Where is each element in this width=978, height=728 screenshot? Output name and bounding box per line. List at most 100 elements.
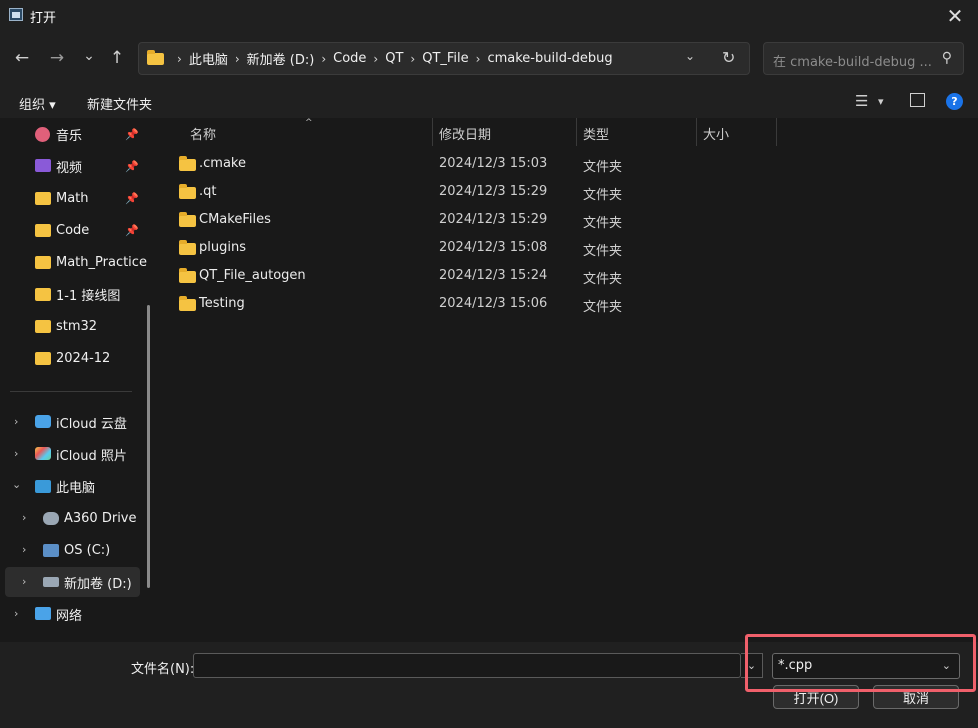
back-icon[interactable]: ← — [11, 47, 33, 69]
pin-icon[interactable]: 📌 — [125, 192, 139, 205]
up-icon[interactable]: ↑ — [106, 47, 128, 69]
folder-icon — [35, 256, 51, 269]
address-history-dropdown-icon[interactable]: ⌄ — [685, 49, 695, 63]
preview-pane-icon[interactable] — [910, 93, 925, 107]
forward-icon[interactable]: → — [46, 47, 68, 69]
music-icon — [35, 127, 50, 142]
sidebar-item-new-volume-d[interactable]: › 新加卷 (D:) — [5, 567, 140, 597]
folder-icon — [35, 192, 51, 205]
folder-icon — [179, 268, 196, 283]
window-icon — [9, 8, 23, 21]
file-date: 2024/12/3 15:24 — [439, 268, 548, 283]
breadcrumb-item[interactable]: Code — [333, 51, 366, 66]
expand-chevron-icon[interactable]: › — [14, 415, 18, 428]
computer-icon — [35, 480, 51, 493]
file-name: QT_File_autogen — [199, 268, 306, 283]
table-row[interactable]: .qt 2024/12/3 15:29 文件夹 — [172, 179, 792, 205]
folder-icon — [179, 296, 196, 311]
sort-ascending-icon: ^ — [305, 118, 313, 128]
pin-icon[interactable]: 📌 — [125, 224, 139, 237]
sidebar-item-os-c[interactable]: › OS (C:) — [0, 535, 140, 565]
column-separator[interactable] — [576, 118, 577, 146]
sidebar-item-2024-12[interactable]: 2024-12 — [0, 343, 140, 373]
organize-button[interactable]: 组织 ▾ — [19, 94, 56, 113]
pin-icon[interactable]: 📌 — [125, 128, 139, 141]
sidebar-item-label: iCloud 照片 — [56, 448, 127, 464]
breadcrumb: › 此电脑 › 新加卷 (D:) › Code › QT › QT_File ›… — [147, 43, 613, 74]
folder-icon — [35, 224, 51, 237]
expand-chevron-icon[interactable]: › — [22, 543, 26, 556]
breadcrumb-separator-icon[interactable]: › — [321, 52, 326, 66]
video-icon — [35, 159, 51, 172]
refresh-icon[interactable]: ↻ — [722, 48, 735, 67]
folder-icon — [179, 240, 196, 255]
column-separator[interactable] — [696, 118, 697, 146]
sidebar-item-wiring-diagram[interactable]: 1-1 接线图 — [0, 279, 140, 309]
breadcrumb-item[interactable]: QT_File — [422, 51, 468, 66]
breadcrumb-separator-icon[interactable]: › — [476, 52, 481, 66]
column-header-type[interactable]: 类型 — [583, 124, 609, 143]
filename-input[interactable] — [193, 653, 741, 678]
column-separator[interactable] — [432, 118, 433, 146]
table-row[interactable]: .cmake 2024/12/3 15:03 文件夹 — [172, 151, 792, 177]
table-row[interactable]: CMakeFiles 2024/12/3 15:29 文件夹 — [172, 207, 792, 233]
breadcrumb-separator-icon[interactable]: › — [235, 52, 240, 66]
window-title: 打开 — [30, 11, 57, 26]
sidebar-item-a360-drive[interactable]: › A360 Drive — [0, 503, 140, 533]
expand-chevron-icon[interactable]: › — [14, 607, 18, 620]
search-icon[interactable]: ⚲ — [942, 50, 952, 66]
collapse-chevron-icon[interactable]: ⌄ — [12, 478, 21, 491]
sidebar-item-this-pc[interactable]: ⌄ 此电脑 — [0, 471, 140, 501]
sidebar-item-math-practice[interactable]: Math_Practice — [0, 247, 147, 277]
pin-icon[interactable]: 📌 — [125, 160, 139, 173]
sidebar-item-icloud-drive[interactable]: › iCloud 云盘 — [0, 407, 140, 437]
sidebar-scrollbar[interactable] — [147, 305, 150, 588]
breadcrumb-item[interactable]: 此电脑 — [189, 49, 228, 68]
sidebar-item-network[interactable]: › 网络 — [0, 599, 140, 629]
recent-locations-icon[interactable]: ⌄ — [78, 45, 100, 67]
address-bar[interactable]: › 此电脑 › 新加卷 (D:) › Code › QT › QT_File ›… — [138, 42, 750, 75]
expand-chevron-icon[interactable]: › — [22, 575, 26, 588]
sidebar-item-label: Math — [56, 190, 89, 206]
file-date: 2024/12/3 15:08 — [439, 240, 548, 255]
folder-icon — [179, 156, 196, 171]
filename-label: 文件名(N): — [131, 662, 195, 677]
folder-icon — [147, 49, 164, 65]
breadcrumb-separator-icon[interactable]: › — [410, 52, 415, 66]
highlight-annotation — [745, 634, 976, 692]
sidebar-item-code[interactable]: Code 📌 — [0, 215, 140, 245]
close-button[interactable]: ✕ — [932, 0, 978, 32]
breadcrumb-separator-icon[interactable]: › — [177, 52, 182, 66]
sidebar-item-icloud-photos[interactable]: › iCloud 照片 — [0, 439, 140, 469]
file-type: 文件夹 — [583, 300, 623, 315]
view-dropdown-icon[interactable]: ▾ — [878, 95, 884, 108]
breadcrumb-separator-icon[interactable]: › — [373, 52, 378, 66]
column-header-date[interactable]: 修改日期 — [439, 124, 491, 143]
search-input[interactable]: 在 cmake-build-debug ... ⚲ — [763, 42, 964, 75]
disk-drive-icon — [43, 577, 59, 587]
file-type: 文件夹 — [583, 188, 623, 203]
expand-chevron-icon[interactable]: › — [22, 511, 26, 524]
column-header-name[interactable]: 名称 — [190, 124, 216, 143]
sidebar-item-music[interactable]: 音乐 📌 — [0, 119, 140, 149]
column-separator[interactable] — [776, 118, 777, 146]
sidebar-item-video[interactable]: 视频 📌 — [0, 151, 140, 181]
table-row[interactable]: Testing 2024/12/3 15:06 文件夹 — [172, 291, 792, 317]
new-folder-button[interactable]: 新建文件夹 — [87, 94, 152, 113]
breadcrumb-item[interactable]: cmake-build-debug — [487, 51, 612, 66]
help-icon[interactable]: ? — [946, 93, 963, 110]
view-options-icon[interactable]: ☰ — [855, 92, 868, 110]
expand-chevron-icon[interactable]: › — [14, 447, 18, 460]
sidebar-item-label: OS (C:) — [64, 542, 111, 558]
breadcrumb-item[interactable]: QT — [385, 51, 403, 66]
sidebar-item-math[interactable]: Math 📌 — [0, 183, 140, 213]
folder-icon — [35, 288, 51, 301]
sidebar-item-label: 2024-12 — [56, 350, 111, 366]
sidebar-item-label: 网络 — [56, 608, 83, 624]
breadcrumb-item[interactable]: 新加卷 (D:) — [247, 49, 315, 68]
sidebar-item-stm32[interactable]: stm32 — [0, 311, 140, 341]
file-date: 2024/12/3 15:06 — [439, 296, 548, 311]
column-header-size[interactable]: 大小 — [703, 124, 729, 143]
table-row[interactable]: QT_File_autogen 2024/12/3 15:24 文件夹 — [172, 263, 792, 289]
table-row[interactable]: plugins 2024/12/3 15:08 文件夹 — [172, 235, 792, 261]
